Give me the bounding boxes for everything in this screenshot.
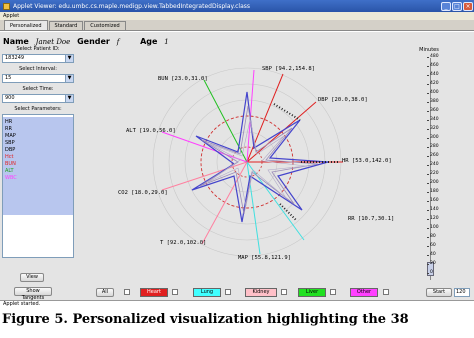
tick-label: 480 bbox=[427, 54, 452, 60]
minimize-icon[interactable]: _ bbox=[441, 1, 451, 11]
time-value: 900 bbox=[5, 95, 15, 101]
tick-label: 280 bbox=[427, 144, 452, 150]
list-item[interactable]: ALT bbox=[3, 168, 73, 175]
tick-label: 380 bbox=[427, 99, 452, 105]
tick-label: 100 bbox=[427, 225, 452, 231]
tab-personalized[interactable]: Personalized bbox=[4, 20, 48, 30]
kidney-checkbox[interactable] bbox=[281, 289, 287, 295]
heart-toggle[interactable]: Heart bbox=[140, 288, 168, 297]
name-label: Name bbox=[3, 37, 29, 46]
tick-label: 420 bbox=[427, 81, 452, 87]
patient-star-older bbox=[207, 119, 307, 207]
patient-star-current bbox=[191, 91, 329, 223]
tick-label: 240 bbox=[427, 162, 452, 168]
tick-label: 60 bbox=[427, 243, 452, 249]
liver-checkbox[interactable] bbox=[330, 289, 336, 295]
tick-label: 320 bbox=[427, 126, 452, 132]
start-button[interactable]: Start bbox=[426, 288, 452, 297]
time-field[interactable]: 120 bbox=[454, 288, 470, 297]
axis-label-t: T [92.0,102.0] bbox=[160, 240, 206, 246]
window-titlebar: Applet Viewer: edu.umbc.cs.maple.medigp.… bbox=[0, 0, 474, 12]
lung-toggle[interactable]: Lung bbox=[193, 288, 221, 297]
tick-label: 20 bbox=[427, 261, 452, 267]
tick-label: 140 bbox=[427, 207, 452, 213]
time-label: Select Time: bbox=[22, 86, 54, 92]
chevron-down-icon[interactable]: ▼ bbox=[65, 95, 73, 102]
all-checkbox[interactable] bbox=[124, 289, 130, 295]
tick-label: 440 bbox=[427, 72, 452, 78]
tick-label: 0 bbox=[427, 270, 452, 276]
axis-label-alt: ALT [19.0,56.0] bbox=[126, 128, 176, 134]
chevron-down-icon[interactable]: ▼ bbox=[65, 75, 73, 82]
time-select[interactable]: 900 ▼ bbox=[2, 94, 74, 103]
tick-label: 260 bbox=[427, 153, 452, 159]
other-checkbox[interactable] bbox=[383, 289, 389, 295]
tick-label: 300 bbox=[427, 135, 452, 141]
list-item[interactable]: DBP bbox=[3, 147, 73, 154]
menu-applet[interactable]: Applet bbox=[3, 13, 19, 19]
maximize-icon[interactable]: □ bbox=[452, 1, 462, 11]
tick-label: 400 bbox=[427, 90, 452, 96]
parameters-list[interactable]: HR RR MAP SBP DBP Hct BUN ALT WBC bbox=[2, 114, 74, 258]
chevron-down-icon[interactable]: ▼ bbox=[65, 55, 73, 62]
patient-id-label: Select Patient ID: bbox=[16, 46, 60, 52]
figure-caption: Figure 5. Personalized visualization hig… bbox=[0, 301, 474, 338]
tick-label: 460 bbox=[427, 63, 452, 69]
java-cup-icon bbox=[3, 2, 10, 10]
patient-id-value: 183249 bbox=[5, 55, 25, 61]
left-panel: Select Patient ID: 183249 ▼ Select Inter… bbox=[2, 46, 74, 258]
kidney-toggle[interactable]: Kidney bbox=[245, 288, 277, 297]
tick-label: 340 bbox=[427, 117, 452, 123]
list-item[interactable]: RR bbox=[3, 126, 73, 133]
lung-checkbox[interactable] bbox=[225, 289, 231, 295]
list-item[interactable]: MAP bbox=[3, 133, 73, 140]
interval-label: Select Interval: bbox=[19, 66, 57, 72]
axis-label-map: MAP [55.8,121.9] bbox=[238, 255, 291, 261]
axis-dbp bbox=[246, 101, 317, 163]
patient-radar-plot: SBP [94.2,154.8] DBP [20.0,38.0] HR [53.… bbox=[118, 66, 394, 261]
axis-label-dbp: DBP [20.0,38.0] bbox=[318, 97, 368, 103]
menu-bar: Applet bbox=[0, 12, 474, 20]
liver-toggle[interactable]: Liver bbox=[298, 288, 326, 297]
tick-label: 120 bbox=[427, 216, 452, 222]
list-item[interactable]: SBP bbox=[3, 140, 73, 147]
patient-id-select[interactable]: 183249 ▼ bbox=[2, 54, 74, 63]
axis-label-co2: CO2 [18.0,29.0] bbox=[118, 190, 168, 196]
minutes-label: Minutes bbox=[419, 47, 439, 53]
tab-bar: Personalized Standard Customized bbox=[0, 20, 474, 31]
axis-label-rr: RR [10.7,30.1] bbox=[348, 216, 394, 222]
status-text: Applet started. bbox=[3, 301, 41, 307]
list-item[interactable]: BUN bbox=[3, 161, 73, 168]
tab-standard[interactable]: Standard bbox=[48, 21, 84, 30]
axis-plt bbox=[161, 131, 248, 163]
tab-customized[interactable]: Customized bbox=[84, 21, 126, 30]
close-icon[interactable]: × bbox=[463, 1, 473, 11]
axis-label-hr: HR [53.0,142.0] bbox=[342, 158, 392, 164]
interval-value: 15 bbox=[5, 75, 12, 81]
tick-label: 40 bbox=[427, 252, 452, 258]
dbp-trail bbox=[273, 103, 301, 121]
tick-label: 220 bbox=[427, 171, 452, 177]
other-toggle[interactable]: Other bbox=[350, 288, 378, 297]
list-item[interactable]: Hct bbox=[3, 154, 73, 161]
tick-label: 360 bbox=[427, 108, 452, 114]
view-button[interactable]: View bbox=[20, 273, 44, 282]
name-value: Janet Doe bbox=[35, 38, 71, 46]
list-item[interactable]: HR bbox=[3, 119, 73, 126]
tick-label: 200 bbox=[427, 180, 452, 186]
tick-label: 160 bbox=[427, 198, 452, 204]
all-button[interactable]: All bbox=[96, 288, 114, 297]
show-tangents-button[interactable]: Show Tangents bbox=[14, 287, 52, 301]
tick-label: 80 bbox=[427, 234, 452, 240]
window-title: Applet Viewer: edu.umbc.cs.maple.medigp.… bbox=[13, 2, 251, 10]
heart-checkbox[interactable] bbox=[172, 289, 178, 295]
parameters-label: Select Parameters: bbox=[14, 106, 62, 112]
interval-select[interactable]: 15 ▼ bbox=[2, 74, 74, 83]
axis-label-sbp: SBP [94.2,154.8] bbox=[262, 66, 315, 72]
list-item[interactable]: WBC bbox=[3, 175, 73, 182]
tick-label: 180 bbox=[427, 189, 452, 195]
axis-label-bun: BUN [23.0,31.0] bbox=[158, 76, 208, 82]
